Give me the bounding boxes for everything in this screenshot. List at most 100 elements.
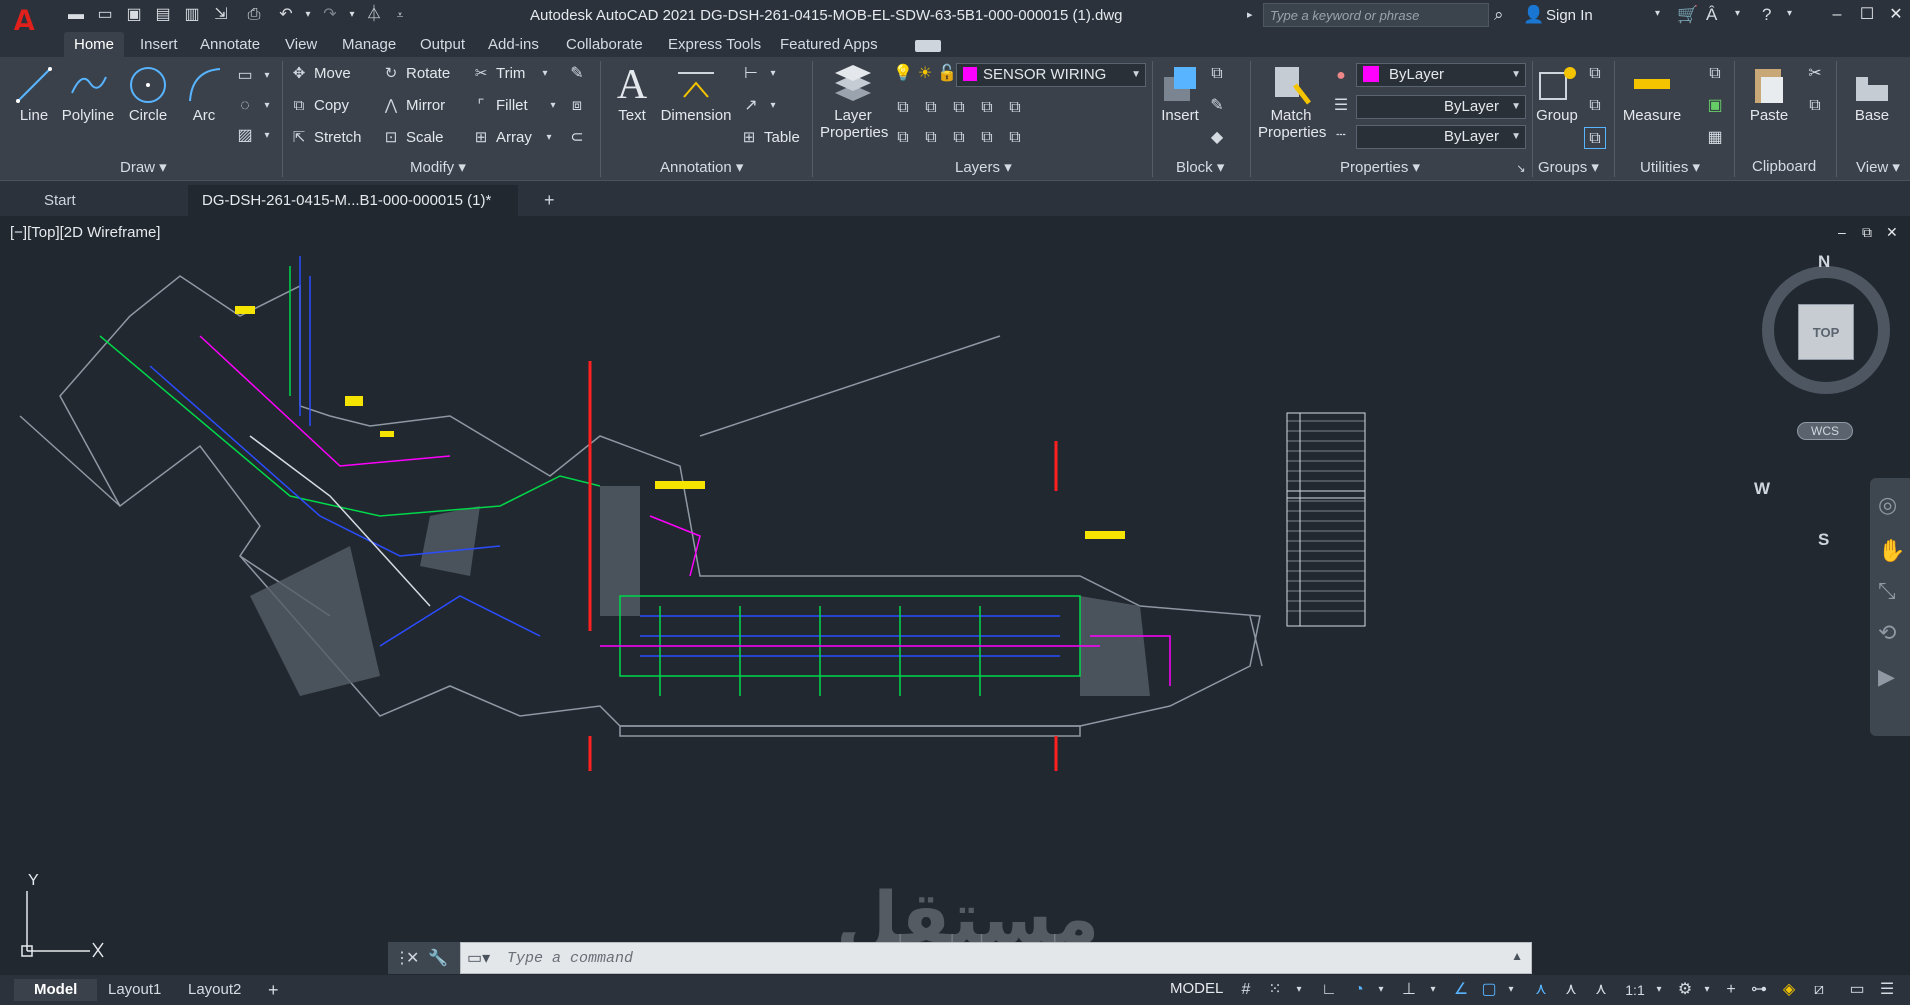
search-expand-icon[interactable]: ▸	[1247, 8, 1253, 21]
tab-add-ins[interactable]: Add-ins	[488, 36, 539, 53]
copy-clip-icon[interactable]: ⧉	[1804, 95, 1826, 117]
array-dropdown-icon[interactable]: ▾	[538, 127, 560, 149]
viewcube-top-face[interactable]: TOP	[1798, 304, 1854, 360]
viewport-minimize-icon[interactable]: –	[1838, 224, 1846, 240]
sign-in-link[interactable]: Sign In	[1546, 7, 1593, 24]
annotation-monitor-icon[interactable]: +	[1720, 979, 1742, 1001]
group-select-icon[interactable]: ⧉	[1584, 127, 1606, 149]
lineweight-icon[interactable]: ☰	[1330, 95, 1352, 117]
help-search[interactable]	[1263, 3, 1489, 27]
tab-featured-apps[interactable]: Featured Apps	[780, 36, 878, 53]
showmotion-icon[interactable]: ▶	[1878, 664, 1895, 690]
close-icon[interactable]: ✕	[1881, 4, 1910, 26]
command-line-handle[interactable]: ⋮ ✕ 🔧	[388, 942, 460, 974]
drawing-viewport[interactable]: N S E W TOP WCS Y ◎ ✋ ⤡ ⟲ ▶ مستقل	[0, 216, 1910, 975]
calculator-icon[interactable]: ▦	[1704, 127, 1726, 149]
object-snap-tracking-icon[interactable]: ∠	[1450, 979, 1472, 1001]
linear-dimension-icon[interactable]: ⊢	[740, 63, 762, 85]
color-dropdown[interactable]: ByLayer ▼	[1356, 63, 1526, 87]
open-web-icon[interactable]: ▥	[182, 6, 202, 24]
command-close-icon[interactable]: ✕	[406, 948, 419, 968]
workspace-dropdown-icon[interactable]: ▾	[1696, 979, 1718, 1001]
annotation-scale-icon[interactable]: ⋏	[1590, 979, 1612, 1001]
paste-button[interactable]: Paste	[1744, 63, 1794, 124]
fillet-dropdown-icon[interactable]: ▾	[542, 95, 564, 117]
tab-home[interactable]: Home	[64, 32, 125, 57]
undo-dropdown-icon[interactable]: ▾	[298, 6, 318, 24]
text-button[interactable]: A Text	[610, 63, 654, 124]
save-icon[interactable]: ▣	[124, 6, 144, 24]
circle-button[interactable]: Circle	[124, 63, 172, 124]
trim-button[interactable]: ✂ Trim	[472, 63, 526, 85]
drawing-canvas[interactable]	[0, 216, 1910, 975]
layer-tool-7-icon[interactable]: ⧉	[920, 127, 942, 149]
save-as-icon[interactable]: ▤	[153, 6, 173, 24]
redo-dropdown-icon[interactable]: ▾	[342, 6, 362, 24]
undo-icon[interactable]: ↶	[276, 6, 296, 24]
array-button[interactable]: ⊞ Array	[472, 127, 532, 149]
help-icon[interactable]: ?	[1762, 5, 1771, 25]
snap-icon[interactable]: ⁙	[1264, 979, 1286, 1001]
orbit-icon[interactable]: ⟲	[1878, 620, 1896, 646]
grid-icon[interactable]: #	[1235, 979, 1257, 1001]
zoom-extents-icon[interactable]: ⤡	[1878, 578, 1896, 604]
cart-icon[interactable]: 🛒	[1677, 5, 1698, 25]
layer-tool-1-icon[interactable]: ⧉	[892, 97, 914, 119]
customize-toolbar-icon[interactable]: ⩡	[390, 6, 410, 24]
lineweight-dropdown[interactable]: ByLayer ▼	[1356, 95, 1526, 119]
layer-tool-6-icon[interactable]: ⧉	[892, 127, 914, 149]
hardware-acceleration-icon[interactable]: ⧄	[1808, 979, 1830, 1001]
compass-north[interactable]: N	[1818, 252, 1830, 272]
object-snap-icon[interactable]: ▢	[1478, 979, 1500, 1001]
ortho-icon[interactable]: ∟	[1318, 979, 1340, 1001]
dimension-button[interactable]: Dimension	[656, 63, 736, 124]
mirror-button[interactable]: ⋀ Mirror	[382, 95, 445, 117]
redo-icon[interactable]: ↷	[320, 6, 340, 24]
block-attributes-icon[interactable]: ◆	[1206, 127, 1228, 149]
scale-dropdown-icon[interactable]: ▾	[1648, 979, 1670, 1001]
linetype-icon[interactable]: ┄	[1330, 125, 1352, 147]
customization-menu-icon[interactable]: ☰	[1876, 979, 1898, 1001]
cut-icon[interactable]: ✂	[1804, 63, 1826, 85]
units-icon[interactable]: ⊶	[1748, 979, 1770, 1001]
block-panel-title[interactable]: Block ▾	[1176, 158, 1224, 178]
autodesk-app-icon[interactable]: Â	[1706, 5, 1717, 25]
groups-panel-title[interactable]: Groups ▾	[1538, 158, 1599, 178]
leader-icon[interactable]: ↗	[740, 95, 762, 117]
pan-icon[interactable]: ✋	[1878, 538, 1905, 564]
arc-button[interactable]: Arc	[182, 63, 226, 124]
help-dropdown-icon[interactable]: ▾	[1787, 8, 1792, 19]
layer-tool-8-icon[interactable]: ⧉	[948, 127, 970, 149]
group-edit-icon[interactable]: ⧉	[1584, 95, 1606, 117]
clean-screen-icon[interactable]: ▭	[1846, 979, 1868, 1001]
ribbon-minimize-icon[interactable]	[915, 40, 941, 52]
viewport-restore-icon[interactable]: ⧉	[1862, 224, 1872, 241]
stretch-button[interactable]: ⇱ Stretch	[290, 127, 362, 149]
auto-scale-icon[interactable]: ⋏	[1560, 979, 1582, 1001]
draw-panel-title[interactable]: Draw ▾	[120, 158, 167, 178]
annotation-panel-title[interactable]: Annotation ▾	[660, 158, 743, 178]
rotate-button[interactable]: ↻ Rotate	[382, 63, 451, 85]
plot-icon[interactable]: ⎙	[244, 6, 264, 24]
viewport-close-icon[interactable]: ✕	[1886, 224, 1898, 241]
help-search-input[interactable]	[1264, 4, 1488, 26]
properties-panel-title[interactable]: Properties ▾	[1340, 158, 1420, 178]
command-expand-icon[interactable]: ▲	[1511, 949, 1523, 963]
workspace-gear-icon[interactable]: ⚙	[1674, 979, 1696, 1001]
hatch-icon[interactable]: ◌	[234, 95, 256, 117]
layout-tab-layout1[interactable]: Layout1	[108, 979, 161, 1001]
tab-insert[interactable]: Insert	[140, 36, 178, 53]
explode-icon[interactable]: ⧈	[566, 95, 588, 117]
tab-view[interactable]: View	[285, 36, 317, 53]
layout-tab-layout2[interactable]: Layout2	[188, 979, 241, 1001]
snap-dropdown-icon[interactable]: ▾	[1288, 979, 1310, 1001]
wcs-menu[interactable]: WCS	[1797, 422, 1853, 440]
layout-tab-model[interactable]: Model	[14, 979, 98, 1001]
tab-manage[interactable]: Manage	[342, 36, 396, 53]
modify-panel-title[interactable]: Modify ▾	[410, 158, 466, 178]
tab-start[interactable]: Start	[30, 185, 90, 216]
layer-tool-10-icon[interactable]: ⧉	[1004, 127, 1026, 149]
isodraft-icon[interactable]: ⊥	[1398, 979, 1420, 1001]
gradient-icon[interactable]: ▨	[234, 125, 256, 147]
command-history-icon[interactable]: ▭▾	[467, 948, 490, 968]
